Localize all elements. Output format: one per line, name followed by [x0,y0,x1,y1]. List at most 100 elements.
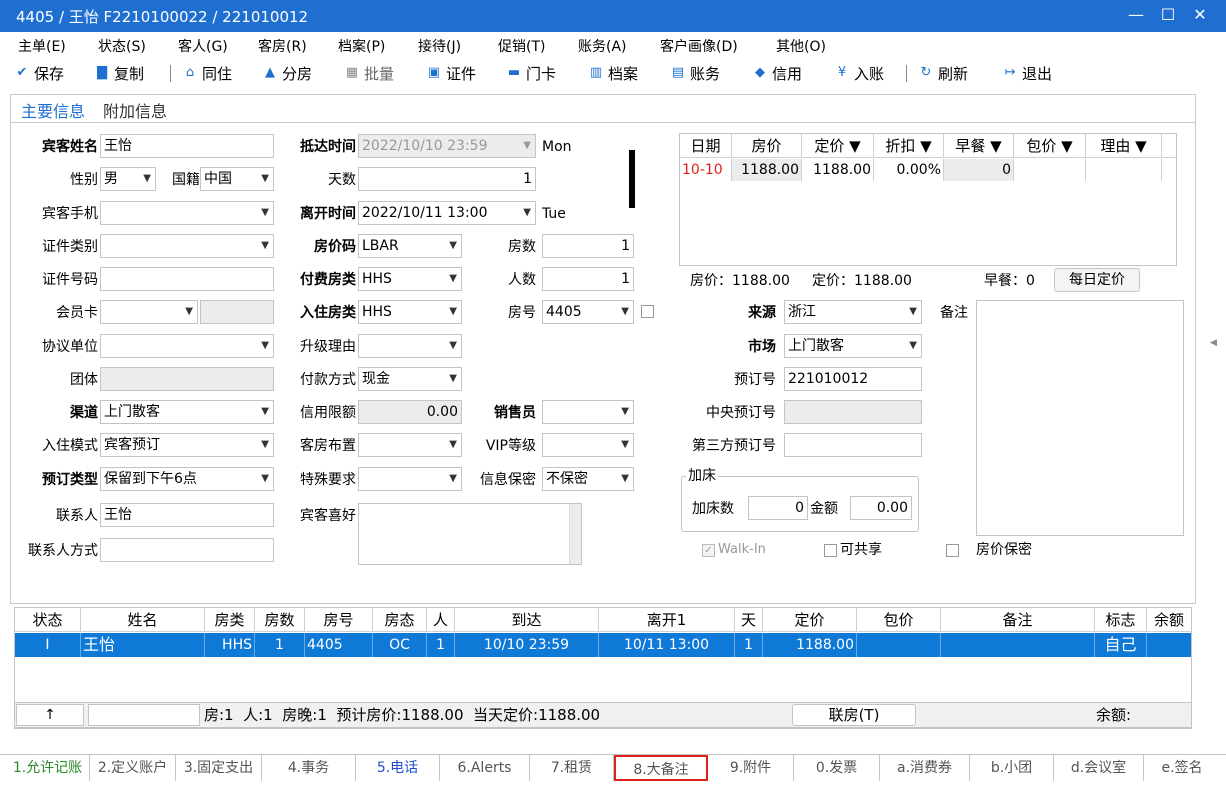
post-button[interactable]: ¥ 入账 [834,62,884,84]
guest-col-rooms[interactable]: 房数 [255,608,305,631]
tab-fixed-expense[interactable]: 3.固定支出 [176,755,262,781]
walkin-checkbox[interactable]: ✓ [702,544,715,557]
guest-col-room-no[interactable]: 房号 [305,608,373,631]
agreement-unit-select[interactable]: ▼ [100,334,274,358]
guest-col-balance[interactable]: 余额 [1147,608,1191,631]
tab-define-account[interactable]: 2.定义账户 [90,755,176,781]
maximize-button[interactable]: ☐ [1154,4,1182,28]
menu-reception[interactable]: 接待(J) [418,36,461,56]
scrollbar[interactable] [569,504,581,564]
exit-button[interactable]: ↦ 退出 [1002,62,1052,84]
room-type-select[interactable]: HHS ▼ [358,300,462,324]
nationality-select[interactable]: 中国 ▼ [200,167,274,191]
source-select[interactable]: 浙江 ▼ [784,300,922,324]
guest-col-departure[interactable]: 离开1 [599,608,735,631]
contact-method-input[interactable] [100,538,274,562]
link-room-button[interactable]: 联房(T) [792,704,916,726]
menu-promotion[interactable]: 促销(T) [498,36,545,56]
vip-level-select[interactable]: ▼ [542,433,634,457]
copy-button[interactable]: ▇ 复制 [94,62,144,84]
guest-col-package[interactable]: 包价 [857,608,941,631]
third-party-booking-input[interactable] [784,433,922,457]
member-card-select[interactable]: ▼ [100,300,198,324]
guest-col-room-status[interactable]: 房态 [373,608,427,631]
booking-type-select[interactable]: 保留到下午6点 ▼ [100,467,274,491]
footer-search-input[interactable] [88,704,200,726]
daily-rate-button[interactable]: 每日定价 [1054,268,1140,292]
arrival-input[interactable]: 2022/10/10 23:59 ▼ [358,134,536,158]
close-button[interactable]: ✕ [1186,4,1214,28]
pay-method-select[interactable]: 现金 ▼ [358,367,462,391]
menu-profile[interactable]: 档案(P) [338,36,385,56]
persons-input[interactable]: 1 [542,267,634,291]
tab-alerts[interactable]: 6.Alerts [440,755,530,781]
rate-col-discount[interactable]: 折扣 ▼ [874,134,944,157]
tab-small-group[interactable]: b.小团 [970,755,1054,781]
rate-col-date[interactable]: 日期 [680,134,732,157]
menu-room[interactable]: 客房(R) [258,36,307,56]
menu-portrait[interactable]: 客户画像(D) [660,36,738,56]
guest-name-input[interactable]: 王怡 [100,134,274,158]
rate-col-fixed[interactable]: 定价 ▼ [802,134,874,157]
rate-row[interactable]: 10-10 1188.00 1188.00 0.00% 0 [680,159,1176,181]
rate-col-price[interactable]: 房价 [732,134,802,157]
guest-col-days[interactable]: 天 [735,608,763,631]
tab-allow-charge[interactable]: 1.允许记账 [6,755,90,781]
shared-checkbox[interactable] [824,544,837,557]
rate-secret-checkbox[interactable] [946,544,959,557]
tab-attachment[interactable]: 9.附件 [708,755,794,781]
share-room-button[interactable]: ⌂ 同住 [182,62,232,84]
guest-col-flag[interactable]: 标志 [1095,608,1147,631]
up-arrow-button[interactable]: ↑ [16,704,84,726]
rate-col-reason[interactable]: 理由 ▼ [1086,134,1162,157]
tab-affairs[interactable]: 4.事务 [262,755,356,781]
upgrade-reason-select[interactable]: ▼ [358,334,462,358]
preference-textarea[interactable] [358,503,582,565]
collapse-arrow-icon[interactable]: ◀ [1210,338,1217,348]
market-select[interactable]: 上门散客 ▼ [784,334,922,358]
tab-voucher[interactable]: a.消费券 [880,755,970,781]
menu-other[interactable]: 其他(O) [776,36,826,56]
room-lock-checkbox[interactable] [641,305,654,318]
gender-select[interactable]: 男 ▼ [100,167,156,191]
refresh-button[interactable]: ↻ 刷新 [918,62,968,84]
tab-invoice[interactable]: 0.发票 [794,755,880,781]
guest-col-status[interactable]: 状态 [15,608,81,631]
room-no-select[interactable]: 4405 ▼ [542,300,634,324]
amount-input[interactable]: 0.00 [850,496,912,520]
guest-col-name[interactable]: 姓名 [81,608,205,631]
profile-button[interactable]: ▥ 档案 [588,62,638,84]
id-type-select[interactable]: ▼ [100,234,274,258]
tab-rental[interactable]: 7.租赁 [530,755,614,781]
guest-col-fixed[interactable]: 定价 [763,608,857,631]
rate-code-select[interactable]: LBAR ▼ [358,234,462,258]
menu-account[interactable]: 账务(A) [578,36,627,56]
minimize-button[interactable]: — [1122,4,1150,28]
room-layout-select[interactable]: ▼ [358,433,462,457]
rate-col-breakfast[interactable]: 早餐 ▼ [944,134,1014,157]
extra-bed-input[interactable]: 0 [748,496,808,520]
tab-signature[interactable]: e.签名 [1144,755,1220,781]
assign-room-button[interactable]: ▲ 分房 [262,62,312,84]
menu-guest[interactable]: 客人(G) [178,36,228,56]
rate-col-package[interactable]: 包价 ▼ [1014,134,1086,157]
credit-button[interactable]: ◆ 信用 [752,62,802,84]
rooms-input[interactable]: 1 [542,234,634,258]
mobile-select[interactable]: ▼ [100,201,274,225]
tab-extra-info[interactable]: 附加信息 [103,98,167,122]
special-request-select[interactable]: ▼ [358,467,462,491]
id-no-input[interactable] [100,267,274,291]
pay-room-type-select[interactable]: HHS ▼ [358,267,462,291]
tab-phone[interactable]: 5.电话 [356,755,440,781]
table-row[interactable]: I 王怡 HHS 1 4405 OC 1 10/10 23:59 10/11 1… [15,633,1191,657]
channel-select[interactable]: 上门散客 ▼ [100,400,274,424]
tab-main-info[interactable]: 主要信息 [21,98,85,122]
menu-main[interactable]: 主单(E) [18,36,66,56]
checkin-mode-select[interactable]: 宾客预订 ▼ [100,433,274,457]
nights-input[interactable]: 1 [358,167,536,191]
privacy-select[interactable]: 不保密 ▼ [542,467,634,491]
note-textarea[interactable] [976,300,1184,536]
save-button[interactable]: ✔ 保存 [14,62,64,84]
tab-big-note[interactable]: 8.大备注 [614,755,708,781]
guest-col-persons[interactable]: 人 [427,608,455,631]
